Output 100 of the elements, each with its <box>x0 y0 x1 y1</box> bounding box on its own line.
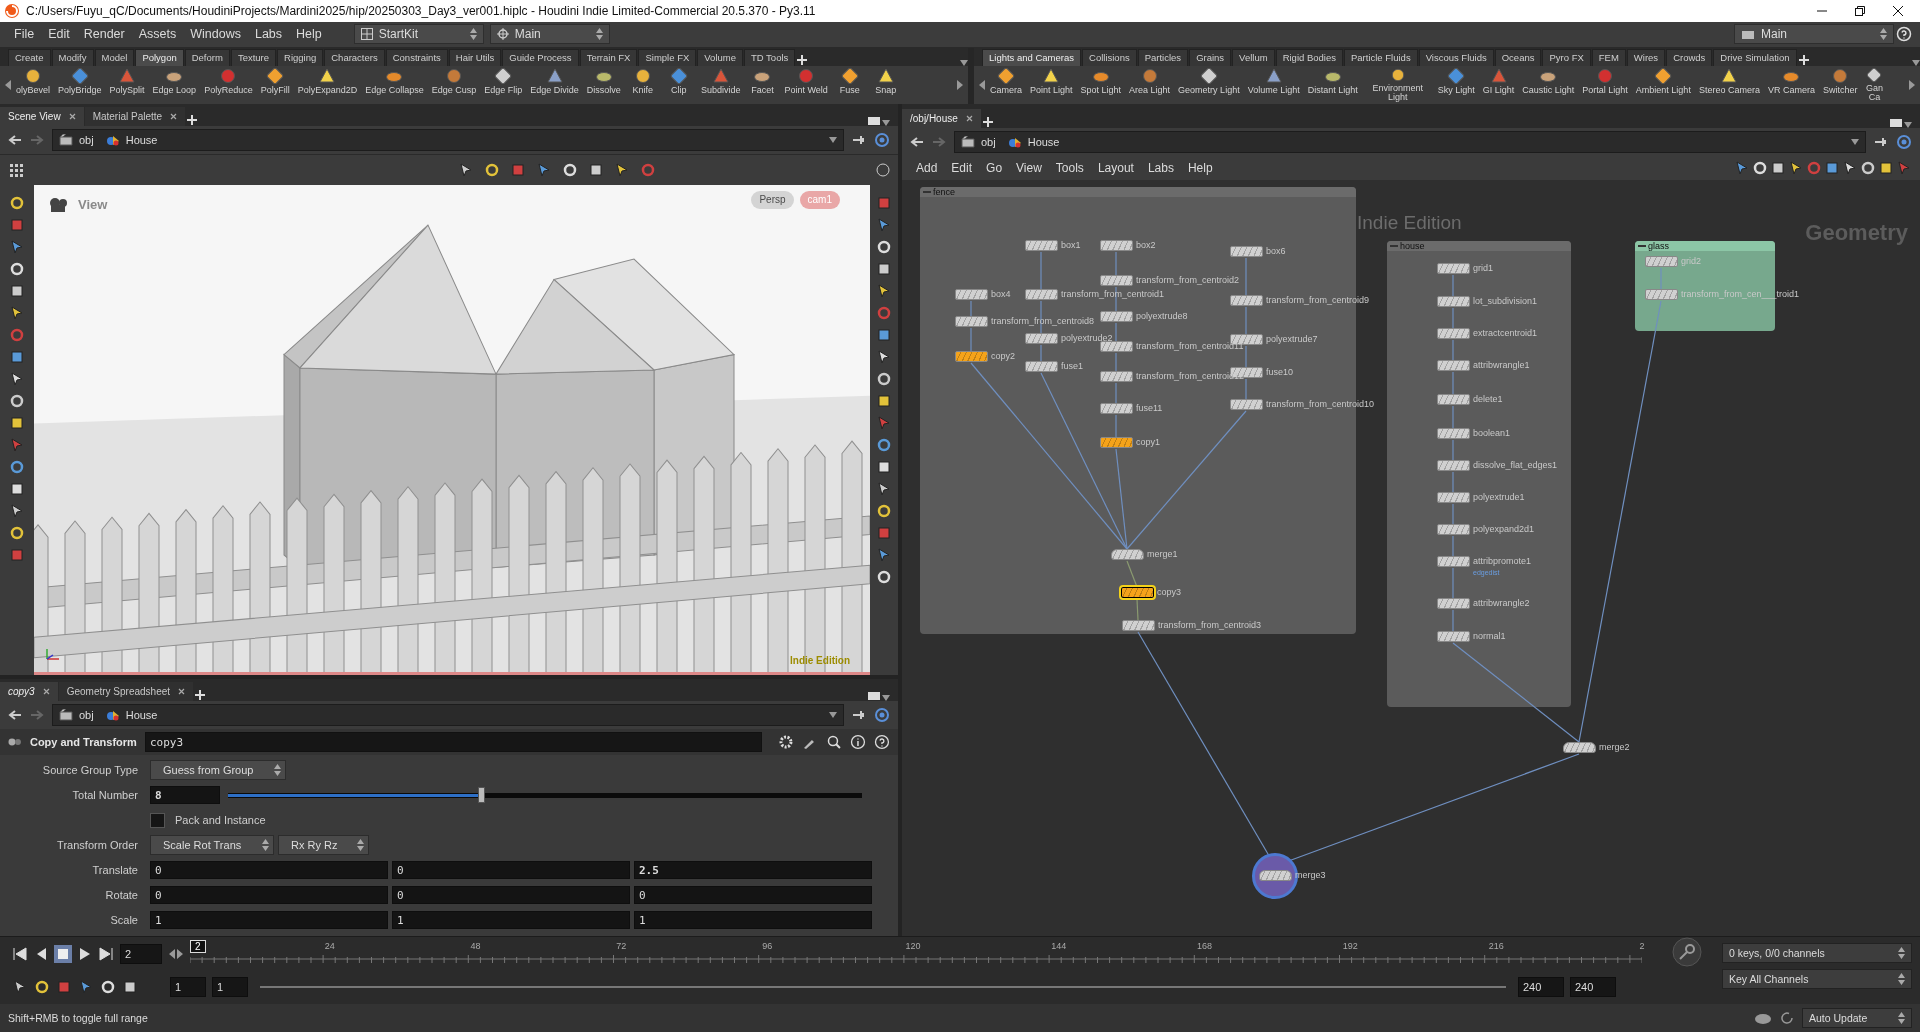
path-crumb[interactable]: obj <box>59 133 100 146</box>
range-end-field[interactable]: 240 <box>1518 976 1564 997</box>
tool-icon[interactable] <box>1770 159 1786 176</box>
tool-icon[interactable] <box>876 502 892 519</box>
close-icon[interactable] <box>1892 5 1904 17</box>
collapse-icon[interactable] <box>1638 243 1646 248</box>
tool-icon[interactable] <box>876 568 892 585</box>
transform-order-dropdown[interactable]: Rx Ry Rz <box>278 835 370 856</box>
network-node[interactable] <box>1259 869 1292 881</box>
range-end-field[interactable]: 240 <box>1570 976 1616 997</box>
tool-icon[interactable] <box>9 480 25 497</box>
play-icon[interactable] <box>78 946 92 961</box>
shelf-tool[interactable]: Area Light <box>1125 66 1175 103</box>
shelf-tool[interactable]: Volume Light <box>1243 66 1304 103</box>
menu-item[interactable]: Labs <box>248 25 289 44</box>
source-group-type-dropdown[interactable]: Guess from Group <box>150 760 286 781</box>
transform-order-dropdown[interactable]: Scale Rot Trans <box>150 835 274 856</box>
network-node[interactable] <box>1025 360 1058 372</box>
shelf-tab[interactable]: Constraints <box>385 48 448 66</box>
menu-item[interactable]: View <box>1010 158 1048 177</box>
tool-icon[interactable] <box>1824 159 1840 176</box>
tool-icon[interactable] <box>876 546 892 563</box>
tool-icon[interactable] <box>78 978 94 995</box>
tool-icon[interactable] <box>9 282 25 299</box>
add-tab-icon[interactable] <box>796 53 809 66</box>
pane-tab[interactable]: /obj/House <box>902 108 981 128</box>
tool-icon[interactable] <box>1734 159 1750 176</box>
shelf-tab[interactable]: Particle Fluids <box>1343 48 1418 66</box>
network-node[interactable] <box>1111 548 1144 560</box>
shelf-tool[interactable]: Point Light <box>1026 66 1077 103</box>
shelf-tool[interactable]: Sky Light <box>1433 66 1479 103</box>
shelf-tab[interactable]: TD Tools <box>743 48 796 66</box>
shelf-tab[interactable]: Polygon <box>135 48 184 66</box>
tool-icon[interactable] <box>1788 159 1804 176</box>
tool-icon[interactable] <box>1878 159 1894 176</box>
network-node[interactable] <box>1100 274 1133 286</box>
shelf-tab[interactable]: Drive Simulation <box>1713 48 1797 66</box>
shelf-tool[interactable]: Dissolve <box>582 66 625 103</box>
menu-item[interactable]: Go <box>980 158 1009 177</box>
pin-icon[interactable] <box>852 709 866 722</box>
network-node[interactable] <box>1100 370 1133 382</box>
tool-icon[interactable] <box>34 978 50 995</box>
shelf-tab[interactable]: Terrain FX <box>579 48 638 66</box>
path-field[interactable]: obj House <box>52 704 844 727</box>
vector-field[interactable]: 0 <box>392 886 630 905</box>
shelf-tool[interactable]: Environment Light <box>1361 66 1434 103</box>
tool-icon[interactable] <box>876 238 892 255</box>
network-node[interactable] <box>1437 597 1470 609</box>
path-crumb[interactable]: House <box>105 133 164 146</box>
add-tab-icon[interactable] <box>1797 53 1810 66</box>
spinner-arrows-icon[interactable] <box>1880 28 1887 41</box>
spinner-arrows-icon[interactable] <box>262 839 269 852</box>
menu-item[interactable]: Tools <box>1049 158 1090 177</box>
link-icon[interactable] <box>874 707 890 724</box>
tool-icon[interactable] <box>876 370 892 387</box>
link-icon[interactable] <box>1896 133 1912 150</box>
shelf-tool[interactable]: Fuse <box>831 66 868 103</box>
tool-icon[interactable] <box>876 260 892 277</box>
tool-icon[interactable] <box>876 282 892 299</box>
shelf-tool[interactable]: Edge Collapse <box>361 66 428 103</box>
shelf-tool[interactable]: PolyReduce <box>200 66 257 103</box>
shelf-tab[interactable]: Wires <box>1626 48 1666 66</box>
scroll-left-icon[interactable] <box>978 79 986 90</box>
step-keys-icon[interactable] <box>168 947 184 960</box>
shelf-tool[interactable]: PolySplit <box>105 66 149 103</box>
network-node[interactable] <box>1437 327 1470 339</box>
shelf-tab[interactable]: Characters <box>324 48 385 66</box>
stop-icon[interactable] <box>54 944 72 963</box>
shelf-tab[interactable]: Volume <box>697 48 743 66</box>
network-node[interactable] <box>955 288 988 300</box>
desktop-dropdown[interactable]: Main <box>489 24 610 45</box>
shelf-tool[interactable]: Snap <box>867 66 904 103</box>
shelf-tool[interactable]: PolyFill <box>256 66 294 103</box>
spinner-arrows-icon[interactable] <box>1898 947 1905 960</box>
path-crumb[interactable]: House <box>1007 135 1066 148</box>
shelf-tool[interactable]: Switcher <box>1818 66 1862 103</box>
frame-field[interactable]: 2 <box>120 943 162 964</box>
add-tab-icon[interactable] <box>186 113 199 126</box>
network-node[interactable] <box>955 315 988 327</box>
shelf-tab[interactable]: Rigid Bodies <box>1275 48 1343 66</box>
network-node[interactable] <box>1437 295 1470 307</box>
back-arrow-icon[interactable] <box>8 709 22 722</box>
menu-item[interactable]: Add <box>910 158 944 177</box>
range-start-field[interactable]: 1 <box>212 976 248 997</box>
desktop-dropdown[interactable]: StartKit <box>353 24 484 45</box>
network-node[interactable] <box>1645 288 1678 300</box>
menu-item[interactable]: Edit <box>945 158 979 177</box>
scroll-right-icon[interactable] <box>956 79 964 90</box>
tool-icon[interactable] <box>9 194 25 211</box>
checkbox[interactable] <box>150 812 165 828</box>
shelf-tool[interactable]: Distant Light <box>1303 66 1362 103</box>
tool-icon[interactable] <box>876 480 892 497</box>
network-node[interactable] <box>1563 741 1596 753</box>
vector-field[interactable]: 1 <box>634 911 872 930</box>
vector-field[interactable]: 1 <box>392 911 630 930</box>
shelf-tab[interactable]: Hair Utils <box>448 48 502 66</box>
shelf-tab[interactable]: Grains <box>1189 48 1232 66</box>
info-icon[interactable] <box>850 734 867 751</box>
shelf-tab[interactable]: Lights and Cameras <box>982 48 1082 66</box>
close-icon[interactable] <box>170 112 178 120</box>
